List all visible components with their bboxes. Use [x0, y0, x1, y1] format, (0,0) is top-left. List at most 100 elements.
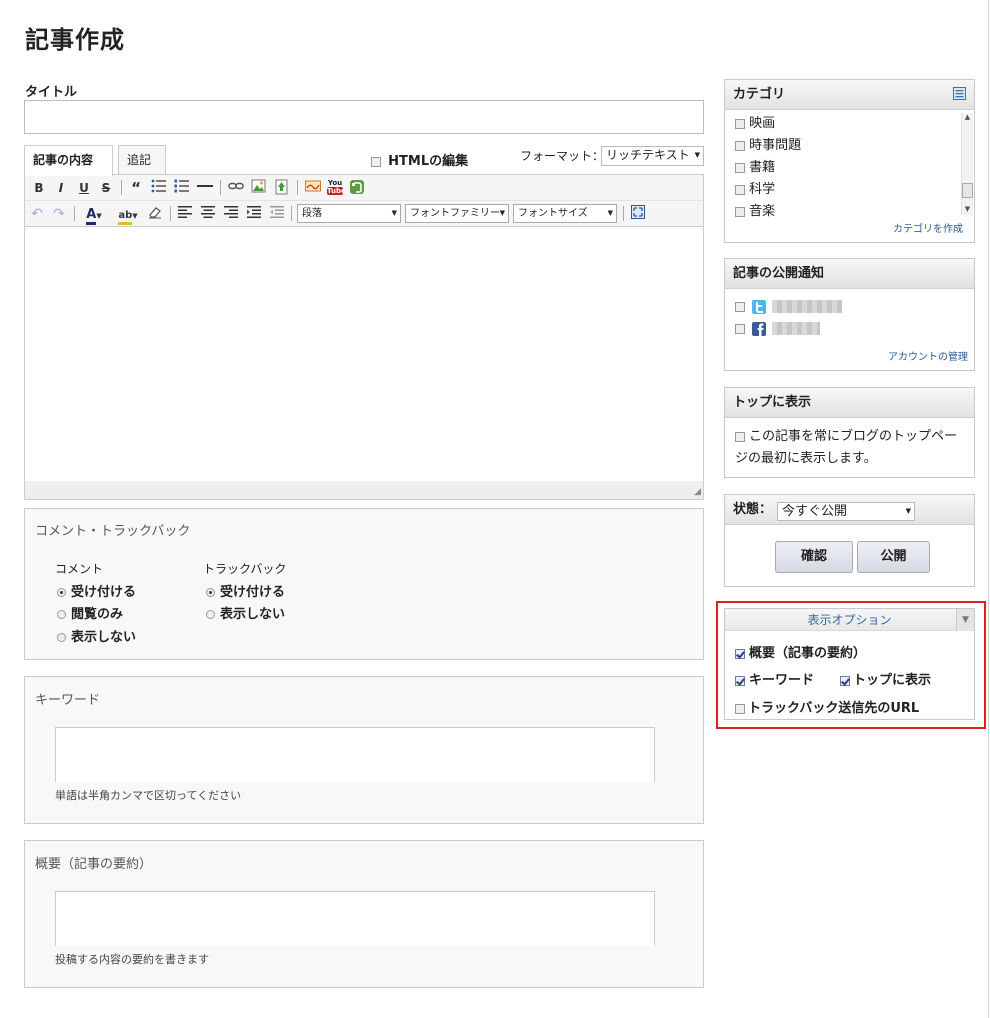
resize-handle-icon[interactable]: ◢ [694, 487, 701, 497]
horizontal-rule-icon[interactable] [197, 179, 213, 197]
comment-trackback-panel: コメント・トラックバック コメント 受け付ける 閲覧のみ 表示しない トラックバ… [24, 508, 704, 660]
comment-hide-radio[interactable] [57, 633, 66, 642]
comment-accept-radio[interactable] [57, 588, 66, 597]
tab-content-label: 記事の内容 [33, 153, 94, 167]
publish-status-box: 状態： 今すぐ公開 ▼ 確認 公開 [724, 494, 975, 587]
paragraph-select-value: 段落 [302, 208, 322, 219]
eraser-icon[interactable] [147, 205, 163, 223]
category-item[interactable]: 書籍 [735, 157, 960, 179]
category-checkbox[interactable] [735, 162, 745, 173]
option-trackback-url-checkbox[interactable] [735, 703, 745, 714]
html-edit-checkbox[interactable] [371, 156, 381, 167]
category-list-icon[interactable] [953, 87, 966, 104]
comment-option-accept[interactable]: 受け付ける [57, 581, 136, 600]
evernote-icon[interactable] [349, 179, 365, 197]
fullscreen-icon[interactable] [630, 205, 646, 223]
display-options-box: 表示オプション ▼ 概要（記事の要約） キーワード トップに表示 トラックバック… [724, 608, 975, 720]
comment-accept-label: 受け付ける [71, 585, 137, 600]
category-checkbox[interactable] [735, 140, 745, 151]
youtube-icon[interactable]: You Tube [327, 179, 346, 197]
tab-extend[interactable]: 追記 [118, 145, 166, 175]
format-select[interactable]: リッチテキスト ▼ [601, 146, 704, 166]
font-family-select[interactable]: フォントファミリー ▼ [405, 204, 509, 223]
italic-button[interactable]: I [55, 179, 67, 197]
outdent-icon[interactable] [269, 205, 285, 223]
title-label: タイトル [25, 85, 78, 100]
option-summary-checkbox[interactable] [735, 648, 745, 659]
category-checkbox[interactable] [735, 184, 745, 195]
pin-top-checkbox[interactable] [735, 431, 745, 442]
emoji-icon[interactable] [305, 179, 321, 197]
category-checkbox[interactable] [735, 206, 745, 217]
category-item[interactable]: 科学 [735, 179, 960, 201]
align-right-icon[interactable] [223, 205, 239, 223]
publish-notify-header: 記事の公開通知 [725, 259, 974, 289]
scrollbar-thumb[interactable] [962, 183, 973, 198]
trackback-hide-radio[interactable] [206, 610, 215, 619]
strikethrough-button[interactable]: S [100, 179, 112, 197]
underline-button[interactable]: U [78, 179, 90, 197]
status-select[interactable]: 今すぐ公開 ▼ [777, 502, 915, 521]
title-input[interactable] [24, 100, 704, 134]
facebook-checkbox[interactable] [735, 323, 745, 334]
blockquote-button[interactable]: “ [129, 179, 143, 197]
publish-button[interactable]: 公開 [857, 541, 930, 573]
chevron-down-icon: ▼ [132, 212, 138, 220]
indent-icon[interactable] [246, 205, 262, 223]
redo-icon[interactable]: ↷ [52, 205, 66, 223]
link-icon[interactable] [228, 179, 244, 197]
chevron-down-icon: ▼ [391, 209, 397, 217]
option-trackback-url[interactable]: トラックバック送信先のURL [735, 697, 919, 716]
trackback-option-accept[interactable]: 受け付ける [206, 581, 285, 600]
option-keyword-checkbox[interactable] [735, 675, 745, 686]
option-show-top[interactable]: トップに表示 [840, 669, 931, 688]
chevron-down-icon: ▼ [607, 209, 613, 217]
youtube-icon-bottom: Tube [327, 187, 346, 195]
option-summary[interactable]: 概要（記事の要約） [735, 642, 866, 661]
summary-input[interactable] [55, 891, 655, 946]
option-keyword[interactable]: キーワード [735, 669, 814, 688]
font-size-select[interactable]: フォントサイズ ▼ [513, 204, 617, 223]
html-edit-label: HTMLの編集 [388, 154, 469, 169]
category-scrollbar[interactable]: ▲ ▼ [961, 113, 973, 215]
confirm-button[interactable]: 確認 [775, 541, 853, 573]
undo-icon[interactable]: ↶ [30, 205, 44, 223]
align-center-icon[interactable] [200, 205, 216, 223]
scroll-down-icon[interactable]: ▼ [962, 205, 973, 215]
category-checkbox[interactable] [735, 118, 745, 129]
highlight-color-button[interactable]: ab▼ [113, 205, 143, 225]
bullet-list-icon[interactable] [151, 179, 167, 197]
trackback-option-hide[interactable]: 表示しない [206, 603, 285, 622]
display-options-toggle-icon[interactable]: ▼ [956, 609, 974, 631]
comment-readonly-radio[interactable] [57, 610, 66, 619]
bold-button[interactable]: B [33, 179, 45, 197]
trackback-accept-radio[interactable] [206, 588, 215, 597]
html-edit-toggle[interactable]: HTMLの編集 [371, 150, 468, 169]
pin-top-option[interactable]: この記事を常にブログのトップペー ジの最初に表示します。 [735, 426, 957, 470]
image-icon[interactable] [251, 179, 267, 197]
comment-option-readonly[interactable]: 閲覧のみ [57, 603, 123, 622]
toolbar-separator [74, 206, 75, 221]
category-item[interactable]: 時事問題 [735, 135, 960, 157]
editor-content-area[interactable] [25, 228, 703, 481]
category-item[interactable]: 映画 [735, 113, 960, 135]
option-show-top-checkbox[interactable] [840, 675, 850, 686]
category-item[interactable]: 音楽 [735, 201, 960, 217]
facebook-notify-row[interactable] [735, 321, 821, 336]
twitter-notify-row[interactable] [735, 299, 843, 314]
page-right-border [988, 0, 989, 1018]
align-left-icon[interactable] [177, 205, 193, 223]
comment-option-hide[interactable]: 表示しない [57, 626, 136, 645]
show-top-header: トップに表示 [725, 388, 974, 418]
twitter-checkbox[interactable] [735, 301, 745, 312]
numbered-list-icon[interactable] [174, 179, 190, 197]
display-options-header[interactable]: 表示オプション [725, 609, 974, 631]
tab-content[interactable]: 記事の内容 [24, 145, 113, 176]
create-category-link[interactable]: カテゴリを作成 [893, 220, 963, 235]
upload-image-icon[interactable] [274, 179, 290, 197]
paragraph-select[interactable]: 段落 ▼ [297, 204, 401, 223]
keyword-input[interactable] [55, 727, 655, 782]
text-color-button[interactable]: A▼ [82, 205, 106, 225]
manage-accounts-link[interactable]: アカウントの管理 [888, 348, 968, 363]
scroll-up-icon[interactable]: ▲ [962, 113, 973, 123]
